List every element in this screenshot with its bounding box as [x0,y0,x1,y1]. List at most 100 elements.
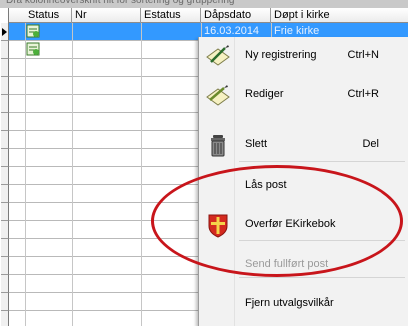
cell-divider [25,221,26,239]
cell-divider [72,239,73,257]
cell-divider [141,41,142,59]
group-by-hint: Dra kolonneoverskrift hit for sortering … [0,0,408,8]
cell-divider [72,95,73,113]
trash-icon [211,135,225,157]
cell-divider [25,149,26,167]
cell-divider [141,113,142,131]
cell-divider [72,77,73,95]
pencil-new-icon [206,45,230,66]
cell-divider [141,203,142,221]
cell-divider [25,257,26,275]
menu-item-label: Slett [245,138,268,150]
current-row-arrow-icon [2,28,7,36]
cell-divider [141,185,142,203]
row-indicator[interactable] [1,275,9,293]
cell-divider [141,95,142,113]
cell-divider [141,149,142,167]
cell-divider [141,311,142,326]
cell-divider [25,239,26,257]
context-menu: Ny registrering Ctrl+N Rediger Ctrl+R Sl… [198,37,408,326]
menu-item-transfer-ekirkebok[interactable]: Overfør EKirkebok [199,209,408,239]
menu-item-label: Ny registrering [245,49,317,61]
column-header-status[interactable]: Status [25,8,72,23]
cell-divider [72,113,73,131]
menu-item-shortcut: Ctrl+R [347,88,379,100]
menu-item-label: Send fullført post [245,258,329,270]
cell-divider [72,275,73,293]
cell-divider [25,59,26,77]
menu-item-delete[interactable]: Slett Del [199,129,408,159]
row-indicator[interactable] [1,41,9,59]
cell-divider [25,95,26,113]
menu-item-send-completed: Send fullført post [199,249,408,279]
cell-divider [141,167,142,185]
cell-divider [25,293,26,311]
menu-separator [239,161,405,162]
menu-item-remove-filter[interactable]: Fjern utvalgsvilkår [199,288,408,318]
row-indicator[interactable] [1,221,9,239]
menu-item-label: Rediger [245,88,284,100]
cell-divider [141,221,142,239]
column-header-dopt-i-kirke[interactable]: Døpt i kirke [271,8,408,23]
cell-divider [72,41,73,59]
menu-separator [239,240,405,241]
column-header-dapsdato[interactable]: Dåpsdato [201,8,271,23]
menu-item-new-registration[interactable]: Ny registrering Ctrl+N [199,40,408,70]
menu-item-shortcut: Ctrl+N [347,49,379,61]
cell-divider [72,293,73,311]
menu-item-lock-post[interactable]: Lås post [199,170,408,200]
row-indicator[interactable] [1,203,9,221]
row-indicator[interactable] [1,59,9,77]
status-doc-icon [26,42,40,56]
status-doc-icon [26,24,40,38]
cell-divider [72,185,73,203]
menu-item-shortcut: Del [362,138,379,150]
row-indicator[interactable] [1,293,9,311]
row-indicator[interactable] [1,149,9,167]
cell-divider [25,203,26,221]
menu-item-edit[interactable]: Rediger Ctrl+R [199,79,408,109]
cell-divider [72,203,73,221]
cell-divider [141,77,142,95]
cell-divider [141,59,142,77]
row-indicator[interactable] [1,23,9,41]
column-header-nr[interactable]: Nr [72,8,141,23]
cell-divider [141,275,142,293]
church-cross-icon [208,214,228,238]
pencil-edit-icon [206,85,230,106]
row-indicator[interactable] [1,185,9,203]
cell-divider [72,167,73,185]
row-indicator[interactable] [1,113,9,131]
cell-dopt-i-kirke: Frie kirke [274,25,320,37]
menu-separator [239,277,405,278]
row-indicator[interactable] [1,239,9,257]
menu-item-label: Lås post [245,179,287,191]
cell-divider [141,23,142,41]
grid-header: Status Nr Estatus Dåpsdato Døpt i kirke [9,8,408,23]
cell-divider [25,77,26,95]
row-indicator[interactable] [1,257,9,275]
cell-divider [25,311,26,326]
menu-item-label: Fjern utvalgsvilkår [245,297,334,309]
row-indicator[interactable] [1,95,9,113]
column-header-estatus[interactable]: Estatus [141,8,201,23]
cell-divider [25,275,26,293]
cell-divider [72,257,73,275]
cell-divider [72,23,73,41]
cell-divider [141,293,142,311]
row-indicator[interactable] [1,167,9,185]
cell-divider [25,167,26,185]
cell-dapsdato: 16.03.2014 [204,25,260,37]
cell-divider [25,131,26,149]
row-indicator[interactable] [1,131,9,149]
menu-item-label: Overfør EKirkebok [245,218,336,230]
cell-divider [72,59,73,77]
cell-divider [141,257,142,275]
cell-divider [72,149,73,167]
cell-divider [141,131,142,149]
cell-divider [72,131,73,149]
cell-divider [25,113,26,131]
row-indicator[interactable] [1,311,9,326]
row-indicator[interactable] [1,77,9,95]
cell-divider [141,239,142,257]
